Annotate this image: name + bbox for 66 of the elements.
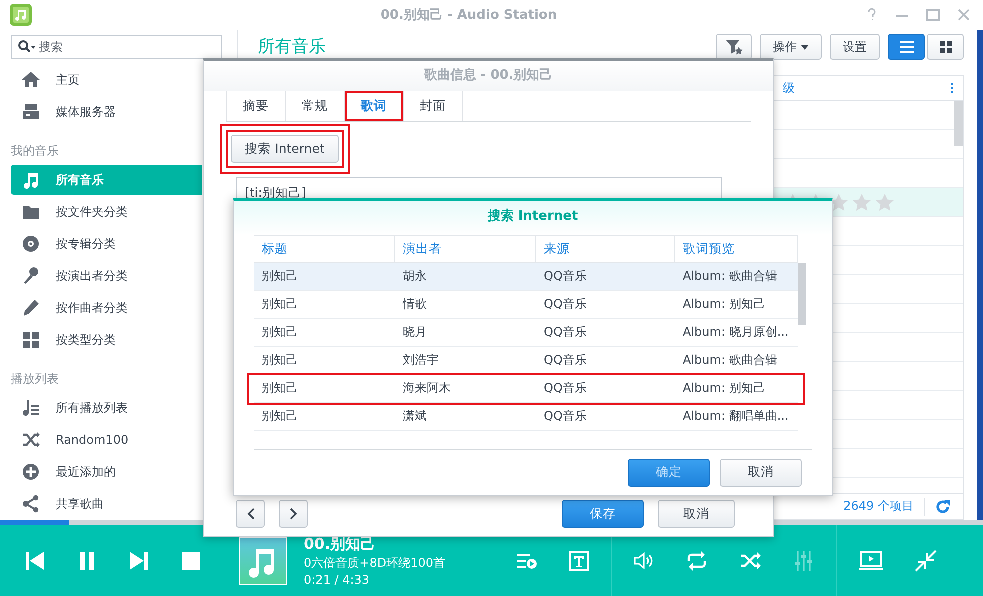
table-cell-text: 别知己 (261, 352, 299, 369)
table-cell-text: QQ音乐 (543, 380, 588, 397)
action-button[interactable]: 操作 (760, 34, 822, 60)
track-title: 00.别知己 (304, 534, 377, 554)
sidebar-item[interactable]: 主页 (11, 65, 202, 95)
table-cell-text: 海来阿木 (402, 380, 452, 397)
window-title: 00.别知己 - Audio Station (380, 7, 558, 24)
dialog-title: 歌曲信息 - 00.别知己 (204, 61, 773, 91)
dialog-title: 搜索 Internet (234, 201, 832, 235)
table-cell-text: QQ音乐 (543, 268, 588, 285)
sidebar-item[interactable]: 最近添加的 (11, 457, 202, 487)
sidebar-item[interactable]: 共享歌曲 (11, 489, 202, 519)
cancel-button[interactable]: 取消 (720, 458, 802, 486)
sidebar-item[interactable]: 按类型分类 (11, 325, 202, 355)
column-header[interactable]: 歌词预览 (675, 235, 798, 263)
table-row[interactable]: 别知己 胡永 QQ音乐 Album: 歌曲合辑 (254, 263, 798, 291)
table-cell-text: 潇斌 (402, 408, 428, 425)
tab[interactable]: 封面 (403, 91, 463, 121)
table-cell-text: Album: 歌曲合辑 (682, 268, 778, 285)
table-row[interactable]: 别知己 潇斌 QQ音乐 Album: 翻唱单曲... (254, 403, 798, 431)
table-cell-text: 别知己 (261, 380, 299, 397)
table-cell-text: 刘浩宇 (402, 352, 440, 369)
table-cell-text: 别知己 (261, 408, 299, 425)
track-subtitle: 0六倍音质+8D环绕100首 (304, 554, 446, 572)
settings-button[interactable]: 设置 (830, 34, 880, 60)
section-heading: 播放列表 (11, 371, 59, 388)
table-cell-text: 晓月 (402, 324, 428, 341)
table-cell-text: Album: 晓月原创... (682, 324, 790, 341)
sidebar-item[interactable]: 按专辑分类 (11, 229, 202, 259)
tab[interactable]: 摘要 (226, 91, 285, 121)
table-cell-text: Album: 翻唱单曲... (682, 408, 790, 425)
table-cell-text: 别知己 (261, 296, 299, 313)
tab[interactable]: 歌词 (344, 91, 403, 121)
sidebar-item[interactable]: 按演出者分类 (11, 261, 202, 291)
sidebar-item[interactable]: 按作曲者分类 (11, 293, 202, 323)
search-field[interactable]: 搜索 (11, 35, 222, 59)
table-cell-text: 别知己 (261, 324, 299, 341)
table-row[interactable]: 别知己 晓月 QQ音乐 Album: 晓月原创... (254, 319, 798, 347)
table-cell-text: Album: 别知己 (682, 296, 766, 313)
table-row[interactable]: 别知己 海来阿木 QQ音乐 Album: 别知己 (254, 375, 798, 403)
table-cell-text: QQ音乐 (543, 352, 588, 369)
section-heading: 我的音乐 (11, 143, 59, 160)
table-row[interactable]: 别知己 刘浩宇 QQ音乐 Album: 歌曲合辑 (254, 347, 798, 375)
sidebar-item[interactable]: 媒体服务器 (11, 97, 202, 127)
column-header[interactable]: 演出者 (395, 235, 536, 263)
table-cell-text: Album: 别知己 (682, 380, 766, 397)
table-row[interactable]: 别知己 情歌 QQ音乐 Album: 别知己 (254, 291, 798, 319)
column-header: 级 (783, 80, 796, 96)
column-header[interactable]: 来源 (536, 235, 675, 263)
cancel-button[interactable]: 取消 (658, 500, 735, 528)
table-cell-text: 情歌 (402, 296, 428, 313)
sidebar-item[interactable]: Random100 (11, 425, 202, 455)
table-cell-text: QQ音乐 (543, 296, 588, 313)
item-count: 2649 个项目 (844, 498, 914, 515)
sidebar-item[interactable]: 按文件夹分类 (11, 197, 202, 227)
track-time: 0:21 / 4:33 (304, 572, 371, 586)
table-cell-text: Album: 歌曲合辑 (682, 352, 778, 369)
table-cell-text: 别知己 (261, 268, 299, 285)
table-cell-text: QQ音乐 (543, 408, 588, 425)
page-heading: 所有音乐 (258, 37, 327, 57)
search-internet-button[interactable]: 搜索 Internet (231, 135, 339, 163)
column-header[interactable]: 标题 (254, 235, 395, 263)
table-cell-text: QQ音乐 (543, 324, 588, 341)
sidebar-item[interactable]: 所有播放列表 (11, 393, 202, 423)
tab[interactable]: 常规 (285, 91, 344, 121)
table-cell-text: 胡永 (402, 268, 428, 285)
